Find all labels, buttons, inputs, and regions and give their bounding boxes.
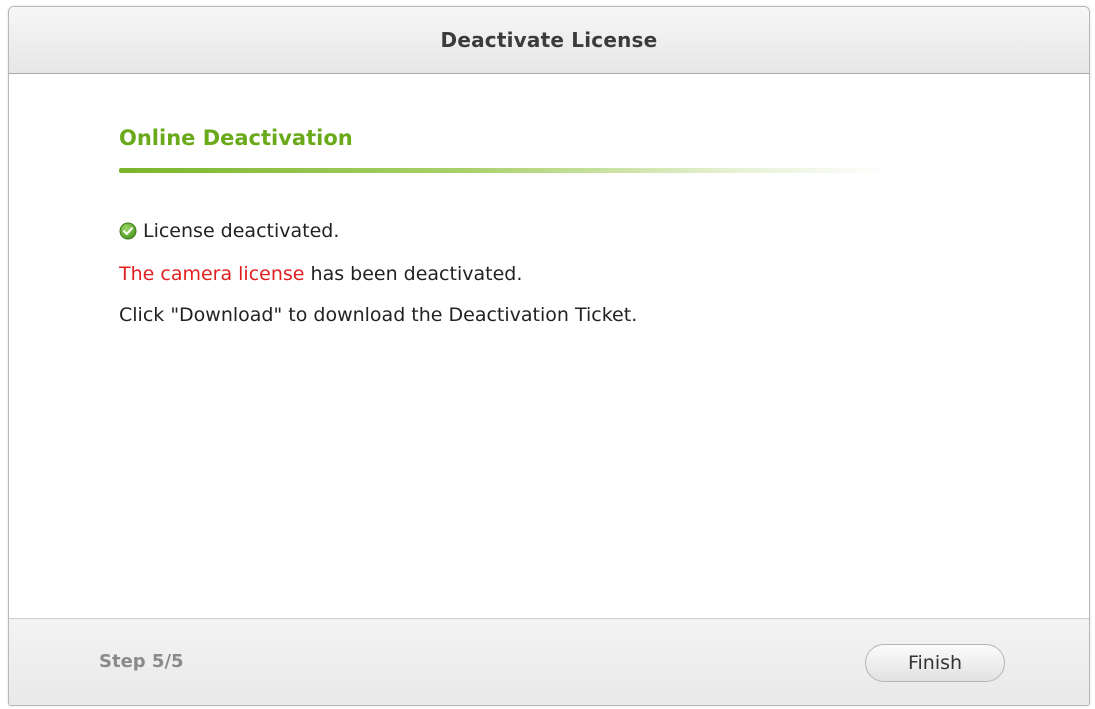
- camera-license-highlight: The camera license: [119, 263, 305, 285]
- deactivation-message-rest: has been deactivated.: [304, 263, 523, 285]
- check-circle-icon: [119, 222, 137, 240]
- download-instruction: Click "Download" to download the Deactiv…: [119, 304, 638, 326]
- dialog-content: Online Deactivation License deactivated.: [9, 74, 1089, 621]
- dialog-title: Deactivate License: [440, 28, 658, 52]
- dialog-footer: Step 5/5 Finish: [9, 618, 1089, 705]
- deactivate-license-dialog: Deactivate License Online Deactivation L: [8, 6, 1090, 706]
- step-indicator: Step 5/5: [99, 651, 184, 672]
- status-text: License deactivated.: [143, 220, 340, 242]
- section-title: Online Deactivation: [119, 126, 353, 150]
- deactivation-message: The camera license has been deactivated.: [119, 263, 522, 285]
- finish-button[interactable]: Finish: [865, 644, 1005, 682]
- section-divider: [119, 168, 889, 173]
- dialog-titlebar: Deactivate License: [9, 7, 1089, 74]
- status-line: License deactivated.: [119, 220, 339, 242]
